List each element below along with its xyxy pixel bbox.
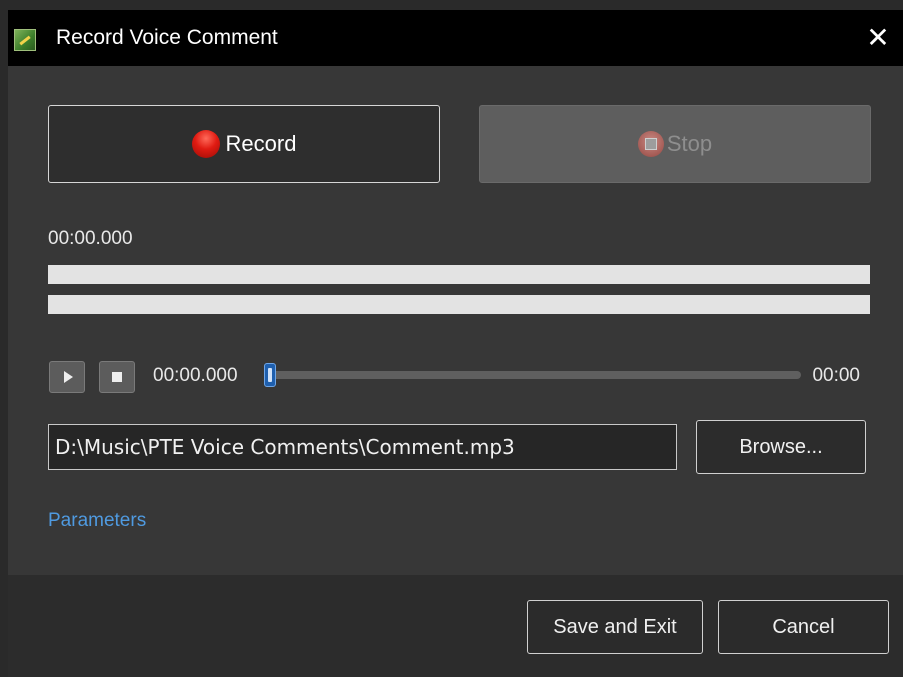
title-bar: Record Voice Comment ✕	[8, 10, 903, 66]
close-button[interactable]: ✕	[861, 22, 895, 54]
record-icon	[191, 130, 220, 158]
file-path-input[interactable]	[48, 424, 677, 470]
play-icon	[64, 371, 73, 383]
recording-time: 00:00.000	[48, 228, 133, 249]
save-and-exit-label: Save and Exit	[553, 615, 677, 638]
level-meter-left	[48, 265, 870, 284]
seek-slider-thumb[interactable]	[264, 363, 276, 387]
cancel-button[interactable]: Cancel	[718, 600, 889, 654]
playback-position-time: 00:00.000	[153, 365, 238, 386]
duration-time: 00:00	[812, 365, 860, 386]
stop-icon	[637, 131, 664, 157]
save-and-exit-button[interactable]: Save and Exit	[527, 600, 703, 654]
parameters-link[interactable]: Parameters	[48, 510, 146, 532]
play-button[interactable]	[49, 361, 85, 393]
stop-button-label: Stop	[666, 131, 713, 156]
window-title: Record Voice Comment	[56, 26, 278, 49]
record-button-label: Record	[225, 131, 297, 156]
level-meter-right	[48, 295, 870, 314]
browse-button[interactable]: Browse...	[696, 420, 866, 474]
stop-square-icon	[112, 372, 122, 382]
record-button[interactable]: Record	[48, 105, 440, 183]
seek-slider-track[interactable]	[268, 371, 801, 379]
cancel-label: Cancel	[772, 615, 835, 638]
close-icon: ✕	[866, 22, 890, 53]
stop-button[interactable]: Stop	[479, 105, 871, 183]
browse-button-label: Browse...	[739, 435, 823, 458]
stop-playback-button[interactable]	[99, 361, 135, 393]
app-icon	[14, 29, 36, 51]
record-voice-comment-dialog: Record Voice Comment ✕ Record Stop 00:00…	[8, 10, 903, 677]
